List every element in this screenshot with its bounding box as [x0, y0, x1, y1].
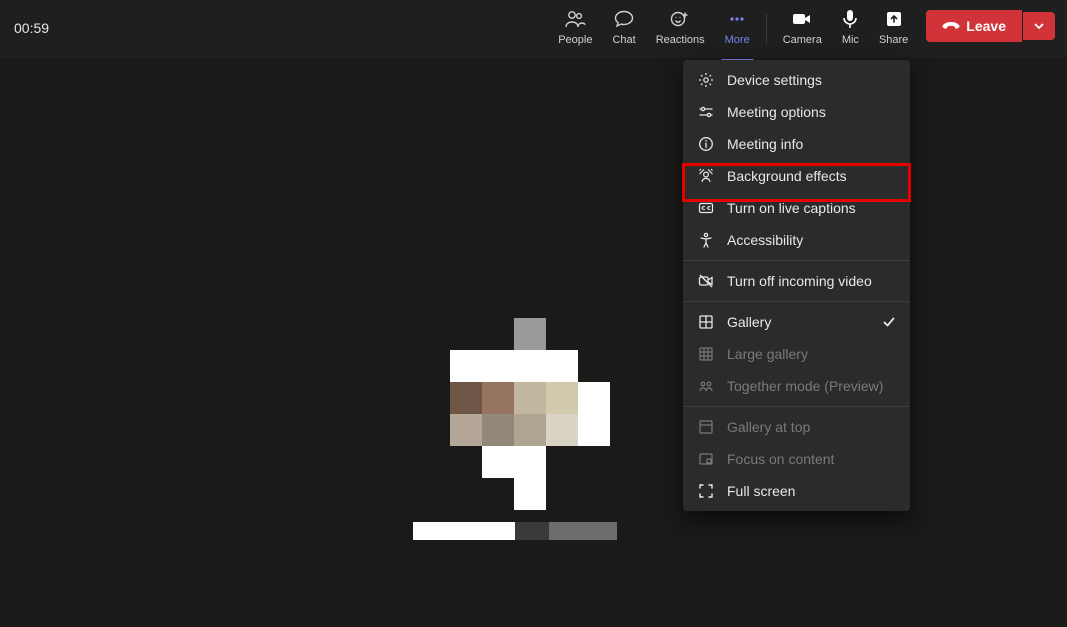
- camera-button[interactable]: Camera: [773, 0, 832, 60]
- reactions-button[interactable]: Reactions: [646, 0, 715, 60]
- mic-icon: [842, 8, 858, 30]
- chat-label: Chat: [612, 34, 635, 46]
- toolbar-divider: [766, 14, 767, 44]
- share-button[interactable]: Share: [869, 0, 918, 60]
- call-timer: 00:59: [14, 20, 49, 36]
- menu-turn-off-incoming-video[interactable]: Turn off incoming video: [683, 265, 910, 297]
- menu-label: Meeting options: [727, 104, 826, 120]
- large-gallery-icon: [697, 346, 715, 362]
- video-off-icon: [697, 273, 715, 289]
- menu-device-settings[interactable]: Device settings: [683, 64, 910, 96]
- menu-gallery[interactable]: Gallery: [683, 306, 910, 338]
- menu-label: Accessibility: [727, 232, 803, 248]
- toolbar-buttons: People Chat Reactions: [548, 0, 1055, 58]
- share-label: Share: [879, 34, 908, 46]
- captions-icon: [697, 200, 715, 216]
- menu-label: Gallery at top: [727, 419, 810, 435]
- menu-label: Turn on live captions: [727, 200, 856, 216]
- meeting-toolbar: 00:59 People Chat: [0, 0, 1067, 58]
- menu-focus-on-content: Focus on content: [683, 443, 910, 475]
- info-icon: [697, 136, 715, 152]
- people-button[interactable]: People: [548, 0, 602, 60]
- sliders-icon: [697, 104, 715, 120]
- mic-button[interactable]: Mic: [832, 0, 869, 60]
- menu-label: Device settings: [727, 72, 822, 88]
- leave-label: Leave: [966, 18, 1006, 34]
- focus-content-icon: [697, 451, 715, 467]
- more-button[interactable]: More: [715, 0, 760, 60]
- menu-meeting-options[interactable]: Meeting options: [683, 96, 910, 128]
- menu-background-effects[interactable]: Background effects: [683, 160, 910, 192]
- fullscreen-icon: [697, 483, 715, 499]
- participant-avatar: [450, 318, 610, 510]
- chat-icon: [614, 8, 634, 30]
- menu-label: Meeting info: [727, 136, 803, 152]
- together-mode-icon: [697, 378, 715, 394]
- participant-name-placeholder: [413, 522, 617, 540]
- menu-label: Together mode (Preview): [727, 378, 883, 394]
- gallery-top-icon: [697, 419, 715, 435]
- hangup-icon: [942, 20, 960, 32]
- menu-together-mode: Together mode (Preview): [683, 370, 910, 402]
- accessibility-icon: [697, 232, 715, 248]
- background-effects-icon: [697, 168, 715, 184]
- menu-label: Focus on content: [727, 451, 834, 467]
- menu-label: Turn off incoming video: [727, 273, 872, 289]
- reactions-icon: [670, 8, 690, 30]
- leave-caret-button[interactable]: [1023, 12, 1055, 40]
- share-icon: [885, 8, 903, 30]
- chevron-down-icon: [1033, 20, 1045, 32]
- menu-large-gallery: Large gallery: [683, 338, 910, 370]
- more-label: More: [725, 34, 750, 46]
- menu-label: Full screen: [727, 483, 795, 499]
- more-icon: [727, 8, 747, 30]
- menu-accessibility[interactable]: Accessibility: [683, 224, 910, 256]
- people-label: People: [558, 34, 592, 46]
- reactions-label: Reactions: [656, 34, 705, 46]
- menu-full-screen[interactable]: Full screen: [683, 475, 910, 507]
- camera-icon: [791, 8, 813, 30]
- more-menu: Device settings Meeting options Meeting …: [683, 60, 910, 511]
- menu-meeting-info[interactable]: Meeting info: [683, 128, 910, 160]
- gear-icon: [697, 72, 715, 88]
- camera-label: Camera: [783, 34, 822, 46]
- people-icon: [564, 8, 586, 30]
- gallery-icon: [697, 314, 715, 330]
- leave-group: Leave: [926, 10, 1055, 42]
- mic-label: Mic: [842, 34, 859, 46]
- chat-button[interactable]: Chat: [602, 0, 645, 60]
- menu-live-captions[interactable]: Turn on live captions: [683, 192, 910, 224]
- leave-button[interactable]: Leave: [926, 10, 1022, 42]
- menu-label: Background effects: [727, 168, 847, 184]
- menu-gallery-at-top: Gallery at top: [683, 411, 910, 443]
- menu-label: Gallery: [727, 314, 771, 330]
- menu-label: Large gallery: [727, 346, 808, 362]
- check-icon: [882, 315, 896, 329]
